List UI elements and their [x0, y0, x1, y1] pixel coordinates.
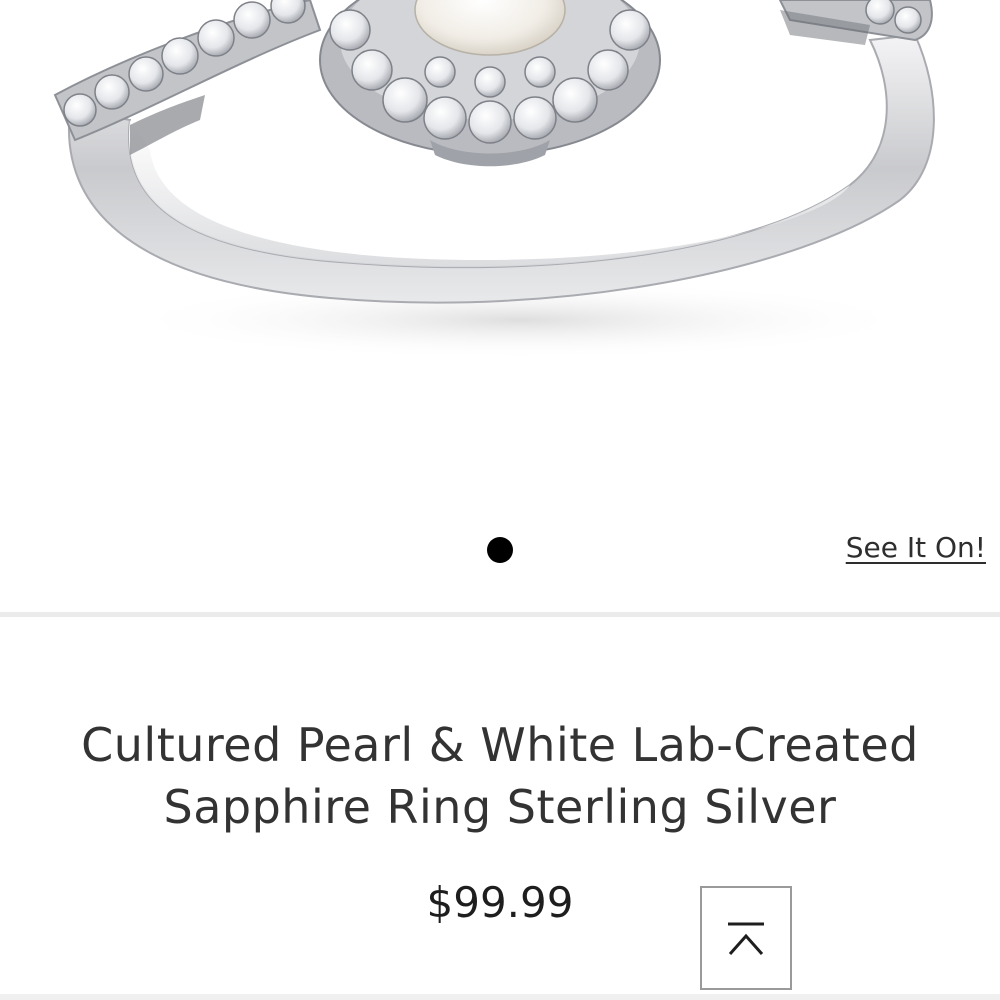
product-title: Cultured Pearl & White Lab-Created Sapph… — [40, 714, 960, 838]
ring-illustration — [53, 0, 935, 360]
bottom-bar-edge — [0, 994, 1000, 1000]
product-image[interactable] — [0, 0, 1000, 520]
section-divider — [0, 612, 1000, 617]
product-title-line-2: Sapphire Ring Sterling Silver — [163, 780, 837, 834]
product-detail-page: See It On! Cultured Pearl & White Lab-Cr… — [0, 0, 1000, 1000]
carousel-dot-active[interactable] — [487, 537, 513, 563]
back-to-top-button[interactable] — [700, 886, 792, 990]
product-title-line-1: Cultured Pearl & White Lab-Created — [81, 718, 919, 772]
see-it-on-link[interactable]: See It On! — [846, 531, 986, 564]
chevron-up-to-top-icon — [728, 922, 764, 955]
product-price: $99.99 — [426, 878, 574, 927]
